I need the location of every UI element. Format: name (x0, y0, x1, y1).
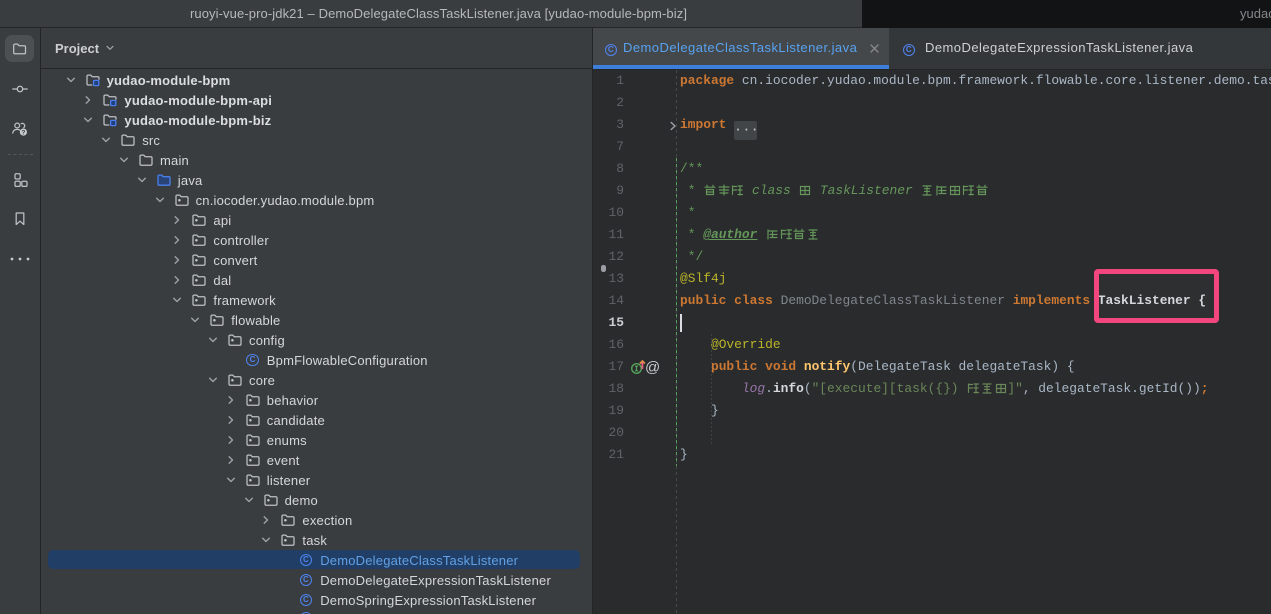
svg-text:?: ? (21, 129, 25, 136)
